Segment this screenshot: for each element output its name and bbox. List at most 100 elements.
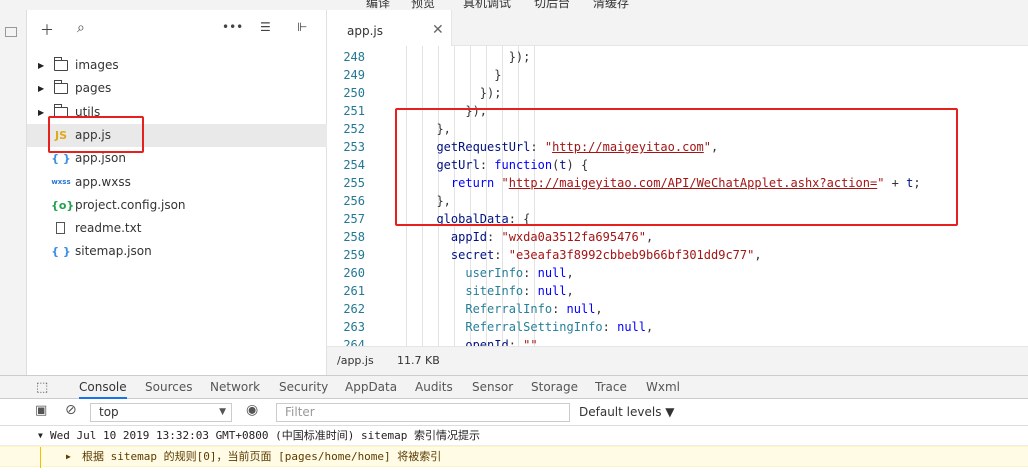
sort-icon[interactable]: ☰ [260, 20, 271, 34]
message-body: 根据 sitemap 的规则[0]，当前页面 [pages/home/home]… [82, 450, 442, 463]
code-line[interactable]: 261 siteInfo: null, [327, 282, 1028, 300]
close-icon[interactable]: ✕ [432, 22, 444, 38]
tree-item-readme-txt[interactable]: readme.txt [27, 217, 327, 240]
file-tree: ＋ ⌕ ••• ☰ ⊩ ▶ images ▶ pages ▶ utils JS app.js{… [27, 10, 327, 375]
folder-icon [54, 80, 68, 95]
line-number: 249 [343, 68, 365, 82]
code-text: ReferralSettingInfo: null, [465, 320, 654, 334]
line-number: 252 [343, 122, 365, 136]
line-number: 264 [343, 338, 365, 346]
top-menu: 编译 预览 真机调试 切后台 清缓存 [0, 0, 1028, 10]
expand-arrow-icon[interactable]: ▶ [38, 101, 44, 124]
devtools-tab-trace[interactable]: Trace [595, 376, 627, 399]
tree-item-project-config-json[interactable]: {o} project.config.json [27, 194, 327, 217]
inspect-icon[interactable]: ⬚ [36, 380, 48, 395]
expand-arrow-icon[interactable]: ▶ [38, 77, 44, 100]
file-size: 11.7 KB [397, 354, 440, 367]
line-number: 259 [343, 248, 365, 262]
code-text: siteInfo: null, [465, 284, 574, 298]
tree-item-images[interactable]: ▶ images [27, 54, 327, 77]
code-text: appId: "wxda0a3512fa695476", [450, 230, 654, 244]
code-text: userInfo: null, [465, 266, 574, 280]
json-file-icon: { } [51, 245, 71, 259]
code-line[interactable]: 248 }); [327, 48, 1028, 66]
context-value: top [99, 405, 119, 419]
file-tree-toolbar: ＋ ⌕ ••• ☰ ⊩ [27, 10, 327, 45]
devtools-tab-sources[interactable]: Sources [145, 376, 192, 399]
add-file-icon[interactable]: ＋ [40, 20, 54, 40]
file-name: readme.txt [75, 221, 142, 236]
line-number: 248 [343, 50, 365, 64]
code-line[interactable]: 264 openId: "" [327, 336, 1028, 346]
line-number: 254 [343, 158, 365, 172]
console-toolbar: ▣ ⊘ top ▼ ◉ Filter Default levels ▼ [0, 399, 1028, 426]
sidebar-toggle-icon[interactable]: ▣ [35, 403, 47, 418]
console-message-group[interactable]: ▼ Wed Jul 10 2019 13:32:03 GMT+0800 (中国标… [0, 426, 1028, 446]
line-number: 253 [343, 140, 365, 154]
devtools-tab-audits[interactable]: Audits [415, 376, 453, 399]
top-menu-item[interactable]: 编译 [366, 0, 390, 10]
expand-arrow-icon[interactable]: ▼ [38, 426, 43, 446]
devtools-tab-bar: ⬚ Console Sources Network Security AppData Au… [0, 375, 1028, 399]
code-line[interactable]: 263 ReferralSettingInfo: null, [327, 318, 1028, 336]
code-text: openId: "" [465, 338, 538, 346]
editor-status-bar: /app.js 11.7 KB [327, 346, 1028, 375]
top-menu-item[interactable]: 清缓存 [593, 0, 629, 10]
code-line[interactable]: 250 }); [327, 84, 1028, 102]
tab-app-js[interactable]: app.js ✕ [327, 10, 452, 46]
code-line[interactable]: 262 ReferralInfo: null, [327, 300, 1028, 318]
clear-console-icon[interactable]: ⊘ [65, 402, 77, 418]
context-select[interactable]: top ▼ [90, 403, 232, 422]
message-header: Wed Jul 10 2019 13:32:03 GMT+0800 (中国标准时… [50, 429, 481, 442]
line-number: 260 [343, 266, 365, 280]
devtools-tab-security[interactable]: Security [279, 376, 328, 399]
left-activity-bar [0, 10, 27, 375]
code-text: }); [422, 50, 531, 64]
line-number: 257 [343, 212, 365, 226]
devtools-tab-console[interactable]: Console [79, 376, 127, 399]
code-text: } [422, 68, 502, 82]
filter-input[interactable]: Filter [276, 403, 570, 422]
devtools-tab-wxml[interactable]: Wxml [646, 376, 680, 399]
tree-item-pages[interactable]: ▶ pages [27, 77, 327, 100]
log-levels-select[interactable]: Default levels ▼ [579, 405, 675, 419]
tree-item-app-wxss[interactable]: wxss app.wxss [27, 171, 327, 194]
tab-label: app.js [347, 24, 383, 38]
console-warning-message[interactable]: ▶ 根据 sitemap 的规则[0]，当前页面 [pages/home/hom… [0, 446, 1028, 468]
code-line[interactable]: 258 appId: "wxda0a3512fa695476", [327, 228, 1028, 246]
more-icon[interactable]: ••• [222, 20, 243, 34]
warning-bar [40, 447, 41, 468]
line-number: 250 [343, 86, 365, 100]
expand-arrow-icon[interactable]: ▶ [38, 54, 44, 77]
eye-icon[interactable]: ◉ [246, 402, 258, 418]
top-menu-item[interactable]: 真机调试 [463, 0, 511, 10]
file-name: images [75, 58, 119, 72]
files-icon[interactable] [5, 27, 17, 37]
file-name: sitemap.json [75, 244, 152, 259]
search-icon[interactable]: ⌕ [77, 20, 85, 36]
top-menu-item[interactable]: 切后台 [534, 0, 570, 10]
code-text: ReferralInfo: null, [465, 302, 603, 316]
tree-item-sitemap-json[interactable]: { } sitemap.json [27, 240, 327, 263]
text-file-icon [56, 222, 65, 235]
line-number: 258 [343, 230, 365, 244]
collapse-icon[interactable]: ⊩ [297, 20, 307, 34]
devtools-tab-storage[interactable]: Storage [531, 376, 578, 399]
config-file-icon: {o} [51, 198, 75, 212]
devtools-tab-network[interactable]: Network [210, 376, 260, 399]
editor-tab-bar: app.js ✕ [327, 10, 1028, 46]
devtools-tab-sensor[interactable]: Sensor [472, 376, 513, 399]
line-number: 261 [343, 284, 365, 298]
devtools-tab-appdata[interactable]: AppData [345, 376, 397, 399]
file-name: app.wxss [75, 174, 131, 189]
expand-arrow-icon[interactable]: ▶ [66, 447, 71, 467]
file-path: /app.js [337, 354, 374, 367]
code-line[interactable]: 249 } [327, 66, 1028, 84]
top-menu-item[interactable]: 预览 [411, 0, 435, 10]
line-number: 251 [343, 104, 365, 118]
code-line[interactable]: 259 secret: "e3eafa3f8992cbbeb9b66bf301d… [327, 246, 1028, 264]
file-name: pages [75, 81, 112, 96]
code-line[interactable]: 260 userInfo: null, [327, 264, 1028, 282]
code-text: secret: "e3eafa3f8992cbbeb9b66bf301dd9c7… [450, 248, 762, 262]
line-number: 262 [343, 302, 365, 316]
